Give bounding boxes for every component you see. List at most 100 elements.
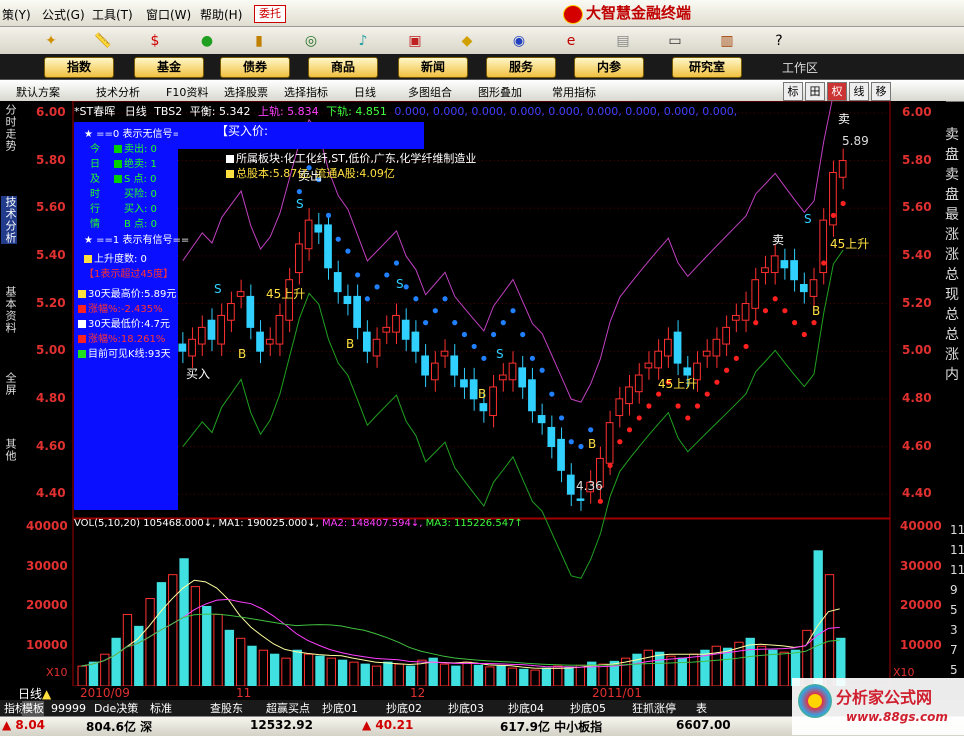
nav-tab-7[interactable]: 研究室 — [672, 57, 742, 78]
entrust-button[interactable]: 委托 — [254, 5, 286, 23]
nav-tab-6[interactable]: 内参 — [574, 57, 644, 78]
menu-item-1[interactable]: 公式(G) — [42, 6, 85, 23]
trend-dot-28 — [452, 320, 458, 326]
signal-label-3: 45上升 — [658, 377, 697, 391]
template-tab-5[interactable]: 查股东 — [210, 701, 243, 716]
info-row-label: 绝卖: 1 — [124, 159, 157, 170]
workspace-button[interactable]: 工作区 — [782, 59, 818, 76]
trend-dot-37 — [539, 367, 545, 373]
volume-bar-13 — [224, 629, 235, 686]
menu-item-2[interactable]: 工具(T) — [92, 6, 133, 23]
price-tick-right-6: 4.80 — [902, 390, 932, 405]
bars-gold-icon[interactable]: ▮ — [248, 31, 270, 51]
trend-dot-58 — [743, 343, 749, 350]
function-item-8[interactable]: 常用指标 — [552, 84, 596, 100]
template-tab-11[interactable]: 抄底05 — [570, 701, 606, 716]
trend-dot-12 — [296, 188, 302, 195]
book-icon[interactable]: ▣ — [404, 31, 426, 51]
candle-body-48 — [644, 362, 653, 369]
ruler-icon[interactable]: 📏 — [92, 31, 114, 51]
nav-tab-2[interactable]: 债券 — [220, 57, 290, 78]
template-tab-8[interactable]: 抄底02 — [386, 701, 422, 716]
nav-tab-0[interactable]: 指数 — [44, 57, 114, 78]
candle-body-21 — [382, 326, 391, 333]
price-tick-right-2: 5.60 — [902, 200, 932, 215]
menu-item-0[interactable]: 策(Y) — [2, 6, 31, 23]
trend-dot-34 — [510, 308, 516, 314]
left-tab-2[interactable]: 基本资料 — [1, 286, 17, 334]
function-item-3[interactable]: 选择股票 — [224, 84, 268, 100]
template-tab-13[interactable]: 表 — [696, 701, 707, 716]
candle-body-4 — [217, 314, 226, 345]
template-tab-10[interactable]: 抄底04 — [508, 701, 544, 716]
template-tab-2[interactable]: 99999 — [51, 701, 86, 716]
view-button-3[interactable]: 线 — [849, 82, 869, 101]
nav-tab-1[interactable]: 基金 — [134, 57, 204, 78]
price-tick-left-6: 4.80 — [36, 390, 66, 405]
trend-dot-30 — [471, 343, 477, 350]
menu-item-3[interactable]: 窗口(W) — [146, 6, 191, 23]
volume-bar-3 — [111, 637, 121, 686]
candle-body-14 — [314, 224, 323, 233]
menu-bar — [0, 0, 964, 27]
help-pointer-icon[interactable]: ? — [768, 31, 790, 51]
trend-dot-27 — [442, 296, 448, 302]
function-item-4[interactable]: 选择指标 — [284, 84, 328, 100]
info-row-swatch — [114, 160, 122, 168]
function-item-6[interactable]: 多图组合 — [408, 84, 452, 100]
view-button-2[interactable]: 权 — [827, 82, 847, 101]
equity-info: 总股本:5.87亿, 流通A股:4.09亿 — [226, 165, 395, 181]
candle-body-52 — [683, 367, 692, 376]
bell-icon[interactable]: ♪ — [352, 31, 374, 51]
template-tab-1[interactable]: 模板 — [22, 701, 44, 716]
nav-diamond-icon[interactable]: ✦ — [40, 31, 62, 51]
price-tick-right-3: 5.40 — [902, 247, 932, 262]
trend-dot-56 — [724, 367, 730, 373]
view-button-1[interactable]: 田 — [805, 82, 825, 101]
signal-label-11: B — [812, 304, 820, 318]
books-icon[interactable]: ▥ — [716, 31, 738, 51]
globe-icon[interactable]: ◉ — [508, 31, 530, 51]
trend-dot-68 — [840, 200, 846, 207]
view-button-0[interactable]: 标 — [783, 82, 803, 101]
candle-body-47 — [634, 374, 643, 393]
trend-dot-48 — [646, 403, 652, 409]
template-tab-6[interactable]: 超赢买点 — [266, 701, 310, 716]
template-tab-9[interactable]: 抄底03 — [448, 701, 484, 716]
nav-tab-4[interactable]: 新闻 — [398, 57, 468, 78]
template-tab-7[interactable]: 抄底01 — [322, 701, 358, 716]
left-tab-1[interactable]: 技术分析 — [1, 196, 17, 244]
candle-body-3 — [207, 319, 216, 340]
clipboard-icon[interactable]: ▤ — [612, 31, 634, 51]
template-tab-4[interactable]: 标准 — [150, 701, 172, 716]
function-item-1[interactable]: 技术分析 — [96, 84, 140, 100]
trend-dot-17 — [345, 248, 351, 254]
menu-item-4[interactable]: 帮助(H) — [200, 6, 242, 23]
template-tab-3[interactable]: Dde决策 — [94, 701, 138, 716]
template-tab-12[interactable]: 狂抓涨停 — [632, 701, 676, 716]
function-item-5[interactable]: 日线 — [354, 84, 376, 100]
candle-body-41 — [576, 498, 585, 501]
left-tab-0[interactable]: 分时走势 — [1, 104, 17, 152]
right-quote-0: 卖 — [945, 127, 959, 143]
diamond-icon[interactable]: ◆ — [456, 31, 478, 51]
left-tab-4[interactable]: 其他 — [1, 438, 17, 462]
window-icon[interactable]: ▭ — [664, 31, 686, 51]
view-button-4[interactable]: 移 — [871, 82, 891, 101]
candle-body-44 — [605, 422, 614, 464]
volume-tick-left-3: 10000 — [26, 638, 68, 653]
volume-bar-23 — [337, 659, 348, 686]
nav-tab-3[interactable]: 商品 — [308, 57, 378, 78]
function-item-7[interactable]: 图形叠加 — [478, 84, 522, 100]
function-item-2[interactable]: F10资料 — [166, 84, 208, 100]
binoculars-icon[interactable]: ◎ — [300, 31, 322, 51]
nav-tab-5[interactable]: 服务 — [486, 57, 556, 78]
volume-bar-52 — [666, 655, 676, 686]
left-tab-3[interactable]: 全屏 — [1, 372, 17, 396]
signal-label-10: B — [588, 437, 596, 451]
function-item-0[interactable]: 默认方案 — [16, 84, 60, 100]
coin-e-icon[interactable]: e — [560, 31, 582, 51]
dollar-sign-icon[interactable]: $ — [144, 31, 166, 51]
traffic-light-icon[interactable]: ● — [196, 31, 218, 51]
volume-bar-46 — [598, 663, 608, 686]
